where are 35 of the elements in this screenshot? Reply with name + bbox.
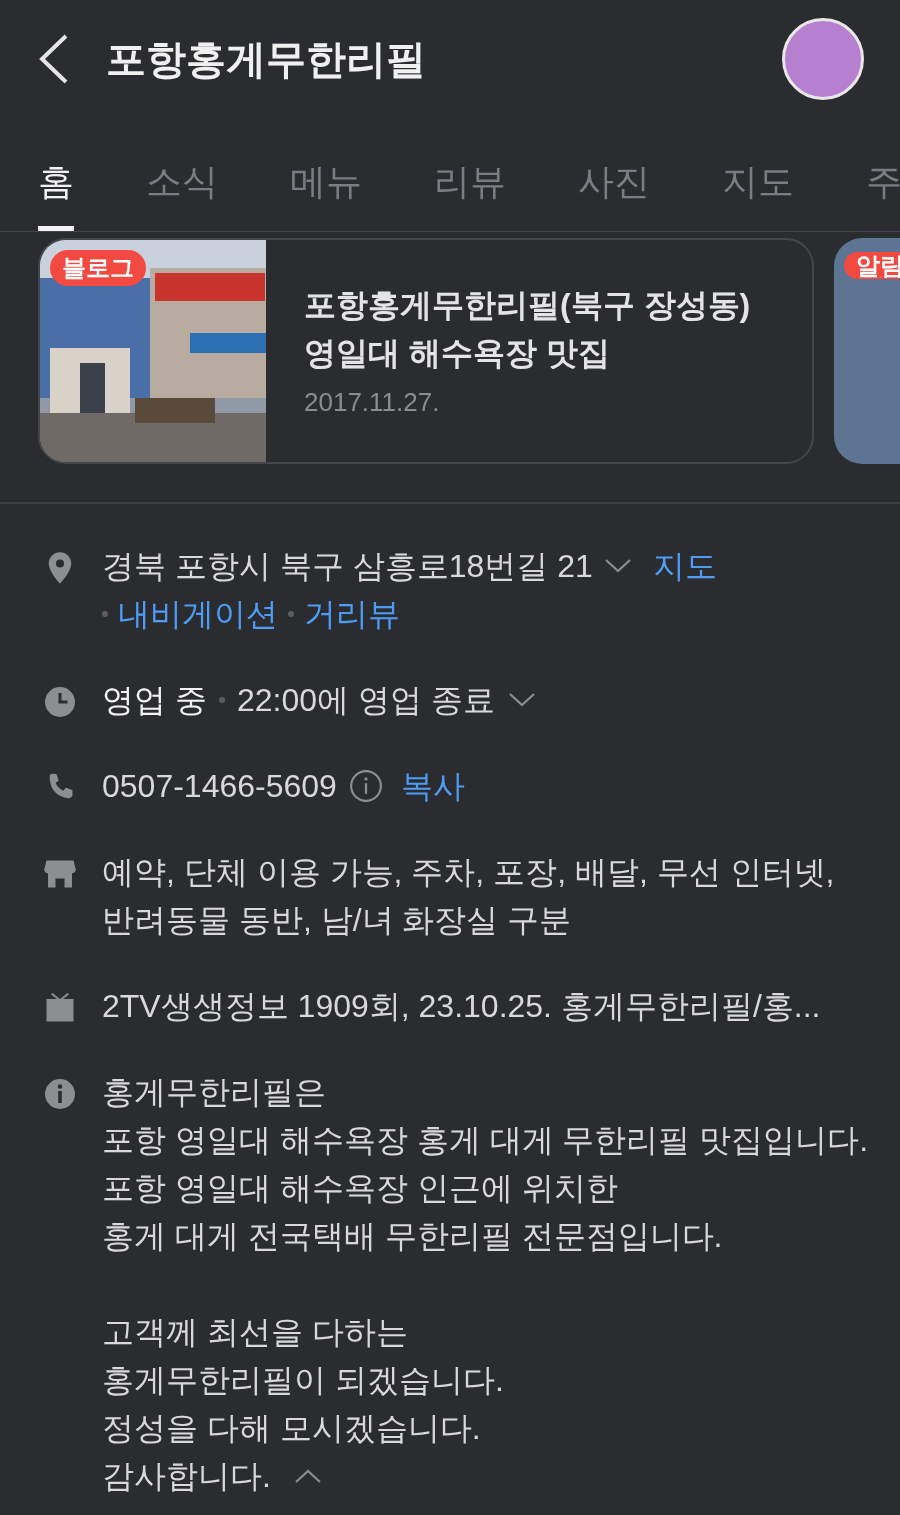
tab[interactable]: 사진 bbox=[578, 118, 650, 231]
description-line: 홍게무한리필이 되겠습니다. bbox=[102, 1361, 505, 1400]
open-status: 영업 중 bbox=[102, 681, 207, 720]
copy-link[interactable]: 복사 bbox=[400, 762, 465, 810]
place-title: 포항홍게무한리필 bbox=[106, 36, 426, 83]
tab[interactable]: 메뉴 bbox=[290, 118, 362, 231]
tab[interactable]: 소식 bbox=[146, 118, 218, 231]
blog-date: 2017.11.27. bbox=[304, 385, 441, 419]
description-line: 포항 영일대 해수욕장 홍게 대게 무한리필 맛집입니다. bbox=[102, 1121, 869, 1160]
tab[interactable]: 리뷰 bbox=[434, 118, 506, 231]
amenities-text: 예약, 단체 이용 가능, 주차, 포장, 배달, 무선 인터넷, 반려동물 동반, 남/녀 화장실 구분 bbox=[102, 853, 836, 940]
blog-title: 포항홍게무한리필(북구 장성동) 영일대 해수욕장 맛집 bbox=[304, 285, 752, 373]
closing-time: 22:00에 영업 종료 bbox=[236, 681, 495, 720]
description-line: 정성을 다해 모시겠습니다. bbox=[102, 1409, 482, 1448]
info-icon bbox=[42, 1076, 78, 1112]
address-link[interactable]: 내비게이션 bbox=[118, 590, 278, 638]
address-link[interactable]: 거리뷰 bbox=[304, 590, 400, 638]
tv-appearance[interactable]: 2TV생생정보 1909회, 23.10.25. 홍게무한리필/홍... bbox=[102, 982, 821, 1030]
description-line: 고객께 최선을 다하는 bbox=[102, 1313, 409, 1352]
notice-card[interactable]: 알림 bbox=[834, 238, 900, 464]
address-text: 경북 포항시 북구 삼흥로18번길 21 bbox=[102, 547, 593, 586]
tab[interactable]: 주 bbox=[866, 118, 900, 231]
tab[interactable]: 홈 bbox=[38, 118, 74, 231]
description-line: 홍게무한리필은 bbox=[102, 1073, 327, 1112]
phone-number: 0507-1466-5609 bbox=[102, 767, 337, 806]
blog-card[interactable]: 블로그 포항홍게무한리필(북구 장성동) 영일대 해수욕장 맛집 2017.11.27. bbox=[38, 238, 814, 464]
description-line: 홍게 대게 전국택배 무한리필 전문점입니다. bbox=[102, 1217, 724, 1256]
blog-badge: 블로그 bbox=[50, 250, 146, 286]
clock-icon bbox=[42, 684, 78, 720]
description-line: 감사합니다. bbox=[102, 1457, 271, 1496]
info-outline-icon[interactable] bbox=[348, 769, 383, 803]
description-line: 포항 영일대 해수욕장 인근에 위치한 bbox=[102, 1169, 619, 1208]
map-link[interactable]: 지도 bbox=[652, 542, 717, 590]
tab[interactable]: 지도 bbox=[722, 118, 794, 231]
notice-badge: 알림 bbox=[844, 252, 900, 279]
